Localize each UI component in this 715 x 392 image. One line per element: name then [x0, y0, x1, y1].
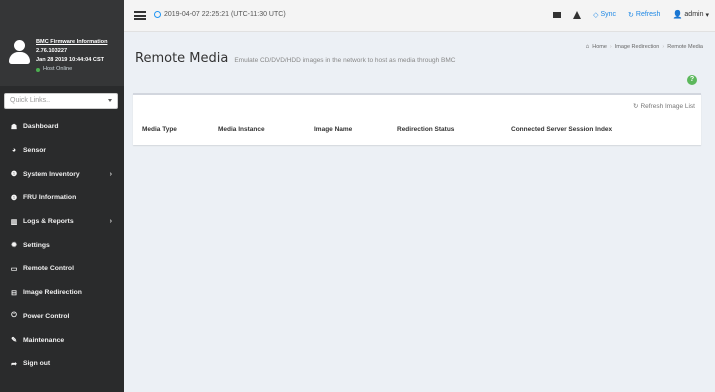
sidebar-item-sensor[interactable]: ◕ Sensor: [0, 139, 124, 163]
sidebar-item-fru-information[interactable]: ❶ FRU Information: [0, 186, 124, 210]
sidebar-item-logs-reports[interactable]: ▥ Logs & Reports ›: [0, 210, 124, 234]
chevron-right-icon: ›: [109, 218, 112, 226]
refresh-image-list-label: Refresh Image List: [640, 102, 695, 110]
column-media-instance: Media Instance: [218, 126, 265, 133]
sensor-icon: ◕: [11, 147, 17, 155]
alerts-button[interactable]: [573, 10, 582, 19]
sidebar-item-label: System Inventory: [23, 170, 80, 178]
breadcrumb-current: Remote Media: [667, 44, 703, 50]
warning-icon: [573, 10, 582, 19]
sign-out-icon: ➦: [11, 360, 17, 368]
status-dot-icon: [36, 67, 40, 72]
chart-icon: ▥: [10, 218, 18, 226]
sidebar-item-maintenance[interactable]: ✎ Maintenance: [0, 328, 124, 352]
power-icon: ⏻: [11, 312, 17, 320]
host-status-label: Host Online: [43, 66, 73, 72]
page-title: Remote Media: [135, 51, 229, 66]
caret-down-icon: ▾: [705, 11, 709, 19]
sidebar-item-label: Image Redirection: [23, 289, 82, 297]
user-name: admin: [684, 11, 704, 18]
column-image-name: Image Name: [314, 126, 353, 133]
notifications-button[interactable]: [553, 11, 562, 18]
sidebar-nav: ☗ Dashboard ◕ Sensor ❶ System Inventory …: [0, 115, 124, 376]
info-icon: ❶: [10, 171, 18, 179]
home-icon: ⌂: [585, 44, 590, 50]
breadcrumb: ⌂ Home › Image Redirection › Remote Medi…: [586, 44, 703, 50]
quick-links-select[interactable]: Quick Links..: [4, 93, 118, 109]
caret-down-icon: [108, 99, 112, 102]
firmware-version: 2.76.103227: [36, 48, 68, 54]
firmware-info: BMC Firmware Information 2.76.103227 Jan…: [36, 38, 122, 74]
sidebar-item-label: Logs & Reports: [23, 218, 74, 226]
user-menu[interactable]: 👤 admin ▾: [672, 10, 709, 19]
sync-label: Sync: [600, 11, 617, 18]
sync-button[interactable]: ◇ Sync: [593, 11, 616, 19]
refresh-label: Refresh: [635, 11, 661, 18]
datetime-text: 2019-04-07 22:25:21 (UTC-11:30 UTC): [164, 11, 286, 18]
sidebar-item-label: Power Control: [23, 312, 70, 320]
sidebar-item-label: Maintenance: [23, 336, 65, 344]
chevron-right-icon: ›: [109, 170, 112, 178]
refresh-image-list-button[interactable]: ↻ Refresh Image List: [632, 102, 695, 111]
sidebar-item-label: Dashboard: [23, 123, 59, 131]
breadcrumb-image-redirection[interactable]: Image Redirection: [615, 44, 660, 50]
top-bar: 2019-04-07 22:25:21 (UTC-11:30 UTC) ◇ Sy…: [124, 0, 715, 32]
sidebar-item-label: Remote Control: [23, 265, 74, 273]
firmware-date: Jan 28 2019 10:44:04 CST: [36, 57, 105, 63]
column-media-type: Media Type: [142, 126, 177, 133]
breadcrumb-home[interactable]: Home: [592, 44, 607, 50]
refresh-icon: ↻: [628, 11, 634, 19]
firmware-info-link[interactable]: BMC Firmware Information: [36, 38, 122, 47]
sidebar-item-dashboard[interactable]: ☗ Dashboard: [0, 115, 124, 139]
host-status: Host Online: [36, 65, 122, 74]
sidebar-item-image-redirection[interactable]: ⊟ Image Redirection: [0, 281, 124, 305]
remote-media-box: ↻ Refresh Image List Media Type Media In…: [133, 93, 701, 145]
quick-links-placeholder: Quick Links..: [10, 97, 51, 104]
sidebar-item-label: Sign out: [23, 360, 51, 368]
sync-icon: ◇: [593, 11, 599, 19]
sidebar-item-label: FRU Information: [23, 194, 77, 202]
info-icon: ❶: [10, 194, 18, 202]
sidebar-item-label: Sensor: [23, 147, 47, 155]
column-redirection-status: Redirection Status: [397, 126, 455, 133]
breadcrumb-separator: ›: [609, 44, 612, 50]
sidebar-item-power-control[interactable]: ⏻ Power Control: [0, 305, 124, 329]
sidebar-item-system-inventory[interactable]: ❶ System Inventory ›: [0, 162, 124, 186]
clock-icon: [154, 11, 161, 18]
refresh-icon: ↻: [632, 103, 639, 110]
menu-toggle-icon[interactable]: [134, 11, 146, 20]
monitor-icon: ▭: [10, 265, 18, 273]
help-icon[interactable]: ?: [687, 75, 697, 85]
top-bar-actions: ◇ Sync ↻ Refresh 👤 admin ▾: [541, 10, 709, 19]
breadcrumb-separator: ›: [662, 44, 665, 50]
refresh-button[interactable]: ↻ Refresh: [628, 11, 660, 19]
sidebar-item-settings[interactable]: ✹ Settings: [0, 233, 124, 257]
wrench-icon: ✎: [11, 337, 17, 345]
dashboard-icon: ☗: [10, 123, 18, 131]
sidebar-item-sign-out[interactable]: ➦ Sign out: [0, 352, 124, 376]
gear-icon: ✹: [11, 242, 17, 250]
page-header: Remote Media Emulate CD/DVD/HDD images i…: [135, 51, 455, 66]
avatar: [8, 40, 30, 64]
page-subtitle: Emulate CD/DVD/HDD images in the network…: [234, 57, 456, 64]
sidebar: BMC Firmware Information 2.76.103227 Jan…: [0, 0, 124, 392]
sidebar-item-remote-control[interactable]: ▭ Remote Control: [0, 257, 124, 281]
envelope-icon: [553, 11, 562, 18]
user-panel: BMC Firmware Information 2.76.103227 Jan…: [0, 0, 124, 86]
datetime-display: 2019-04-07 22:25:21 (UTC-11:30 UTC): [154, 11, 286, 18]
disk-icon: ⊟: [11, 289, 17, 297]
column-session-index: Connected Server Session Index: [511, 126, 613, 133]
sidebar-item-label: Settings: [23, 241, 50, 249]
user-icon: 👤: [672, 10, 683, 19]
